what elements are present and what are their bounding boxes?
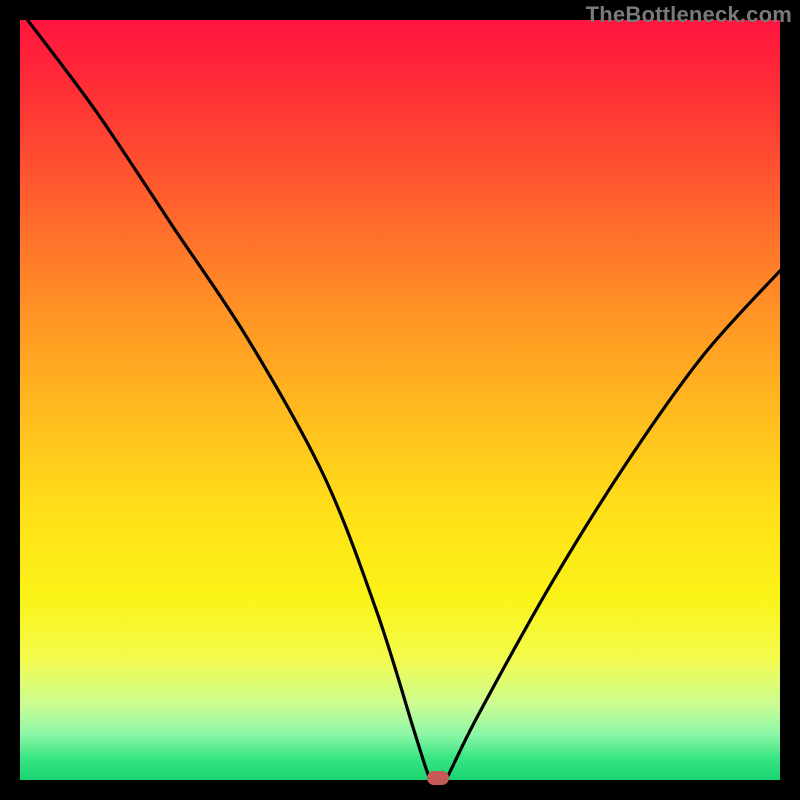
watermark-text: TheBottleneck.com	[586, 2, 792, 28]
chart-frame: TheBottleneck.com	[0, 0, 800, 800]
optimal-point-marker	[427, 771, 449, 785]
curve-path	[28, 20, 780, 780]
bottleneck-curve	[20, 20, 780, 780]
